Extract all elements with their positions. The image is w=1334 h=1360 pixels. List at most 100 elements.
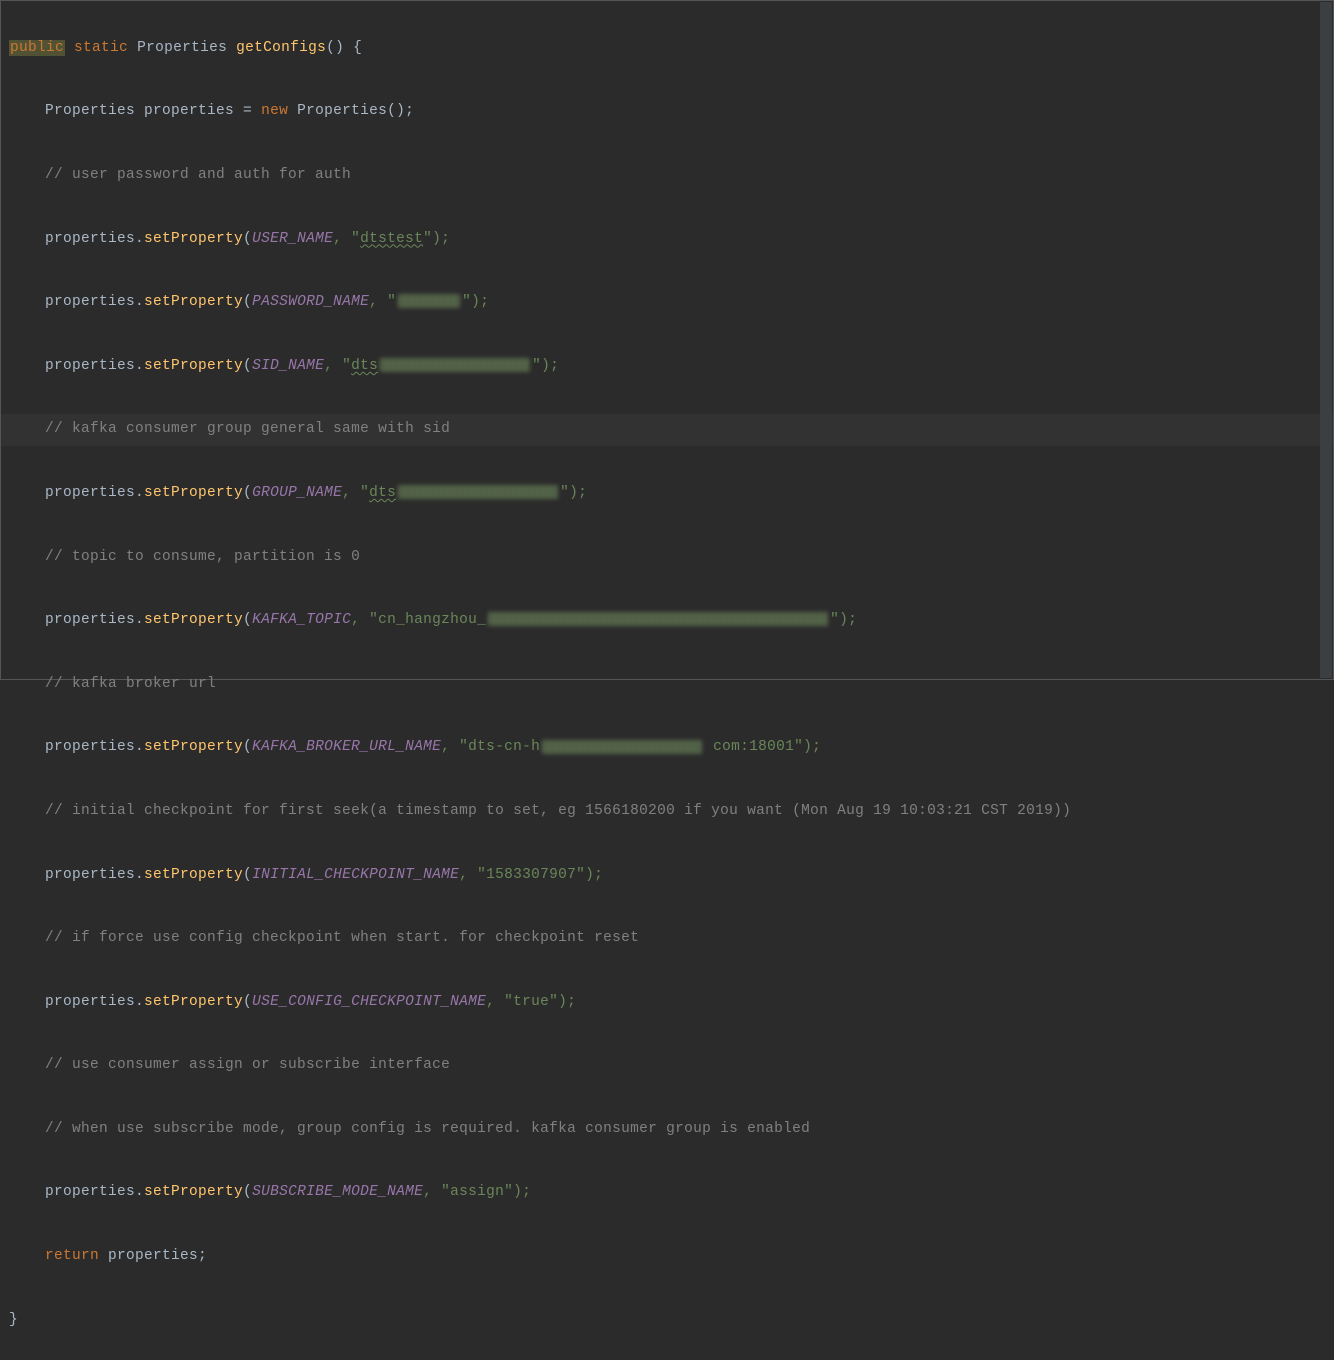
var-type: Properties (45, 103, 144, 119)
string-literal: dtstest (360, 231, 423, 247)
code-line: } (1, 1305, 1333, 1337)
punct: ( (243, 994, 252, 1010)
code-editor[interactable]: public static Properties getConfigs() { … (1, 1, 1333, 1360)
call-target: properties. (45, 994, 144, 1010)
string-open: , " (324, 358, 351, 374)
code-line: public static Properties getConfigs() { (1, 33, 1333, 65)
string-close: "); (560, 485, 587, 501)
string-literal: true (513, 994, 549, 1010)
code-line: // user password and auth for auth (1, 160, 1333, 192)
return-value: properties; (99, 1248, 207, 1264)
string-close: "); (576, 867, 603, 883)
code-line: properties.setProperty(KAFKA_TOPIC, "cn_… (1, 605, 1333, 637)
constant-ref: USER_NAME (252, 231, 333, 247)
comment: // user password and auth for auth (45, 167, 351, 183)
constant-ref: GROUP_NAME (252, 485, 342, 501)
comment: // kafka broker url (45, 676, 216, 692)
code-line: properties.setProperty(INITIAL_CHECKPOIN… (1, 860, 1333, 892)
code-line: // kafka broker url (1, 669, 1333, 701)
constant-ref: USE_CONFIG_CHECKPOINT_NAME (252, 994, 486, 1010)
comment: // use consumer assign or subscribe inte… (45, 1057, 450, 1073)
brace: { (344, 40, 362, 56)
string-close: "); (423, 231, 450, 247)
method-name: getConfigs (236, 40, 326, 56)
code-line: properties.setProperty(SUBSCRIBE_MODE_NA… (1, 1177, 1333, 1209)
constant-ref: INITIAL_CHECKPOINT_NAME (252, 867, 459, 883)
string-open: , " (333, 231, 360, 247)
string-close: "); (794, 739, 821, 755)
punct: ( (243, 1184, 252, 1200)
string-close: "); (549, 994, 576, 1010)
string-tail: com:18001 (704, 739, 794, 755)
string-close: "); (462, 294, 489, 310)
comment: // topic to consume, partition is 0 (45, 549, 360, 565)
punct: ( (243, 231, 252, 247)
call-target: properties. (45, 294, 144, 310)
constant-ref: SID_NAME (252, 358, 324, 374)
call-target: properties. (45, 231, 144, 247)
call-target: properties. (45, 739, 144, 755)
string-open: , " (486, 994, 513, 1010)
paren: () (326, 40, 344, 56)
method-call: setProperty (144, 739, 243, 755)
string-close: "); (504, 1184, 531, 1200)
method-call: setProperty (144, 1184, 243, 1200)
keyword-return: return (45, 1248, 99, 1264)
code-line: // topic to consume, partition is 0 (1, 542, 1333, 574)
call-target: properties. (45, 485, 144, 501)
comment: // kafka consumer group general same wit… (45, 421, 450, 437)
string-open: , " (369, 294, 396, 310)
string-literal: assign (450, 1184, 504, 1200)
return-type: Properties (137, 40, 227, 56)
method-call: setProperty (144, 994, 243, 1010)
string-literal: 1583307907 (486, 867, 576, 883)
code-line-highlighted: // kafka consumer group general same wit… (1, 414, 1333, 446)
redacted-text (380, 358, 530, 372)
string-head: dts-cn-h (468, 739, 540, 755)
code-line: properties.setProperty(USE_CONFIG_CHECKP… (1, 987, 1333, 1019)
code-line: properties.setProperty(PASSWORD_NAME, ""… (1, 287, 1333, 319)
string-open: , " (423, 1184, 450, 1200)
close-brace: } (9, 1312, 18, 1328)
code-line: // use consumer assign or subscribe inte… (1, 1050, 1333, 1082)
constant-ref: KAFKA_BROKER_URL_NAME (252, 739, 441, 755)
vertical-scrollbar[interactable] (1320, 2, 1332, 678)
constant-ref: SUBSCRIBE_MODE_NAME (252, 1184, 423, 1200)
punct: (); (387, 103, 414, 119)
var-decl: properties = (144, 103, 261, 119)
constant-ref: PASSWORD_NAME (252, 294, 369, 310)
comment: // when use subscribe mode, group config… (45, 1121, 810, 1137)
punct: ( (243, 612, 252, 628)
code-line: Properties properties = new Properties()… (1, 96, 1333, 128)
string-open: , " (351, 612, 378, 628)
code-line: // initial checkpoint for first seek(a t… (1, 796, 1333, 828)
method-call: setProperty (144, 231, 243, 247)
method-call: setProperty (144, 358, 243, 374)
redacted-text (398, 485, 558, 499)
comment: // if force use config checkpoint when s… (45, 930, 639, 946)
call-target: properties. (45, 1184, 144, 1200)
call-target: properties. (45, 612, 144, 628)
constant-ref: KAFKA_TOPIC (252, 612, 351, 628)
redacted-text (488, 612, 828, 626)
code-line: properties.setProperty(KAFKA_BROKER_URL_… (1, 732, 1333, 764)
string-close: "); (532, 358, 559, 374)
punct: ( (243, 294, 252, 310)
punct: ( (243, 358, 252, 374)
code-line: properties.setProperty(USER_NAME, "dtste… (1, 224, 1333, 256)
code-line: // when use subscribe mode, group config… (1, 1114, 1333, 1146)
keyword-public: public (9, 40, 65, 56)
string-open: , " (342, 485, 369, 501)
code-line: properties.setProperty(GROUP_NAME, "dts"… (1, 478, 1333, 510)
comment: // initial checkpoint for first seek(a t… (45, 803, 1071, 819)
punct: ( (243, 739, 252, 755)
call-target: properties. (45, 358, 144, 374)
string-head: dts (369, 485, 396, 501)
constructor-type: Properties (288, 103, 387, 119)
string-open: , " (441, 739, 468, 755)
string-open: , " (459, 867, 486, 883)
code-line: // if force use config checkpoint when s… (1, 923, 1333, 955)
keyword-new: new (261, 103, 288, 119)
punct: ( (243, 485, 252, 501)
redacted-text (398, 294, 460, 308)
